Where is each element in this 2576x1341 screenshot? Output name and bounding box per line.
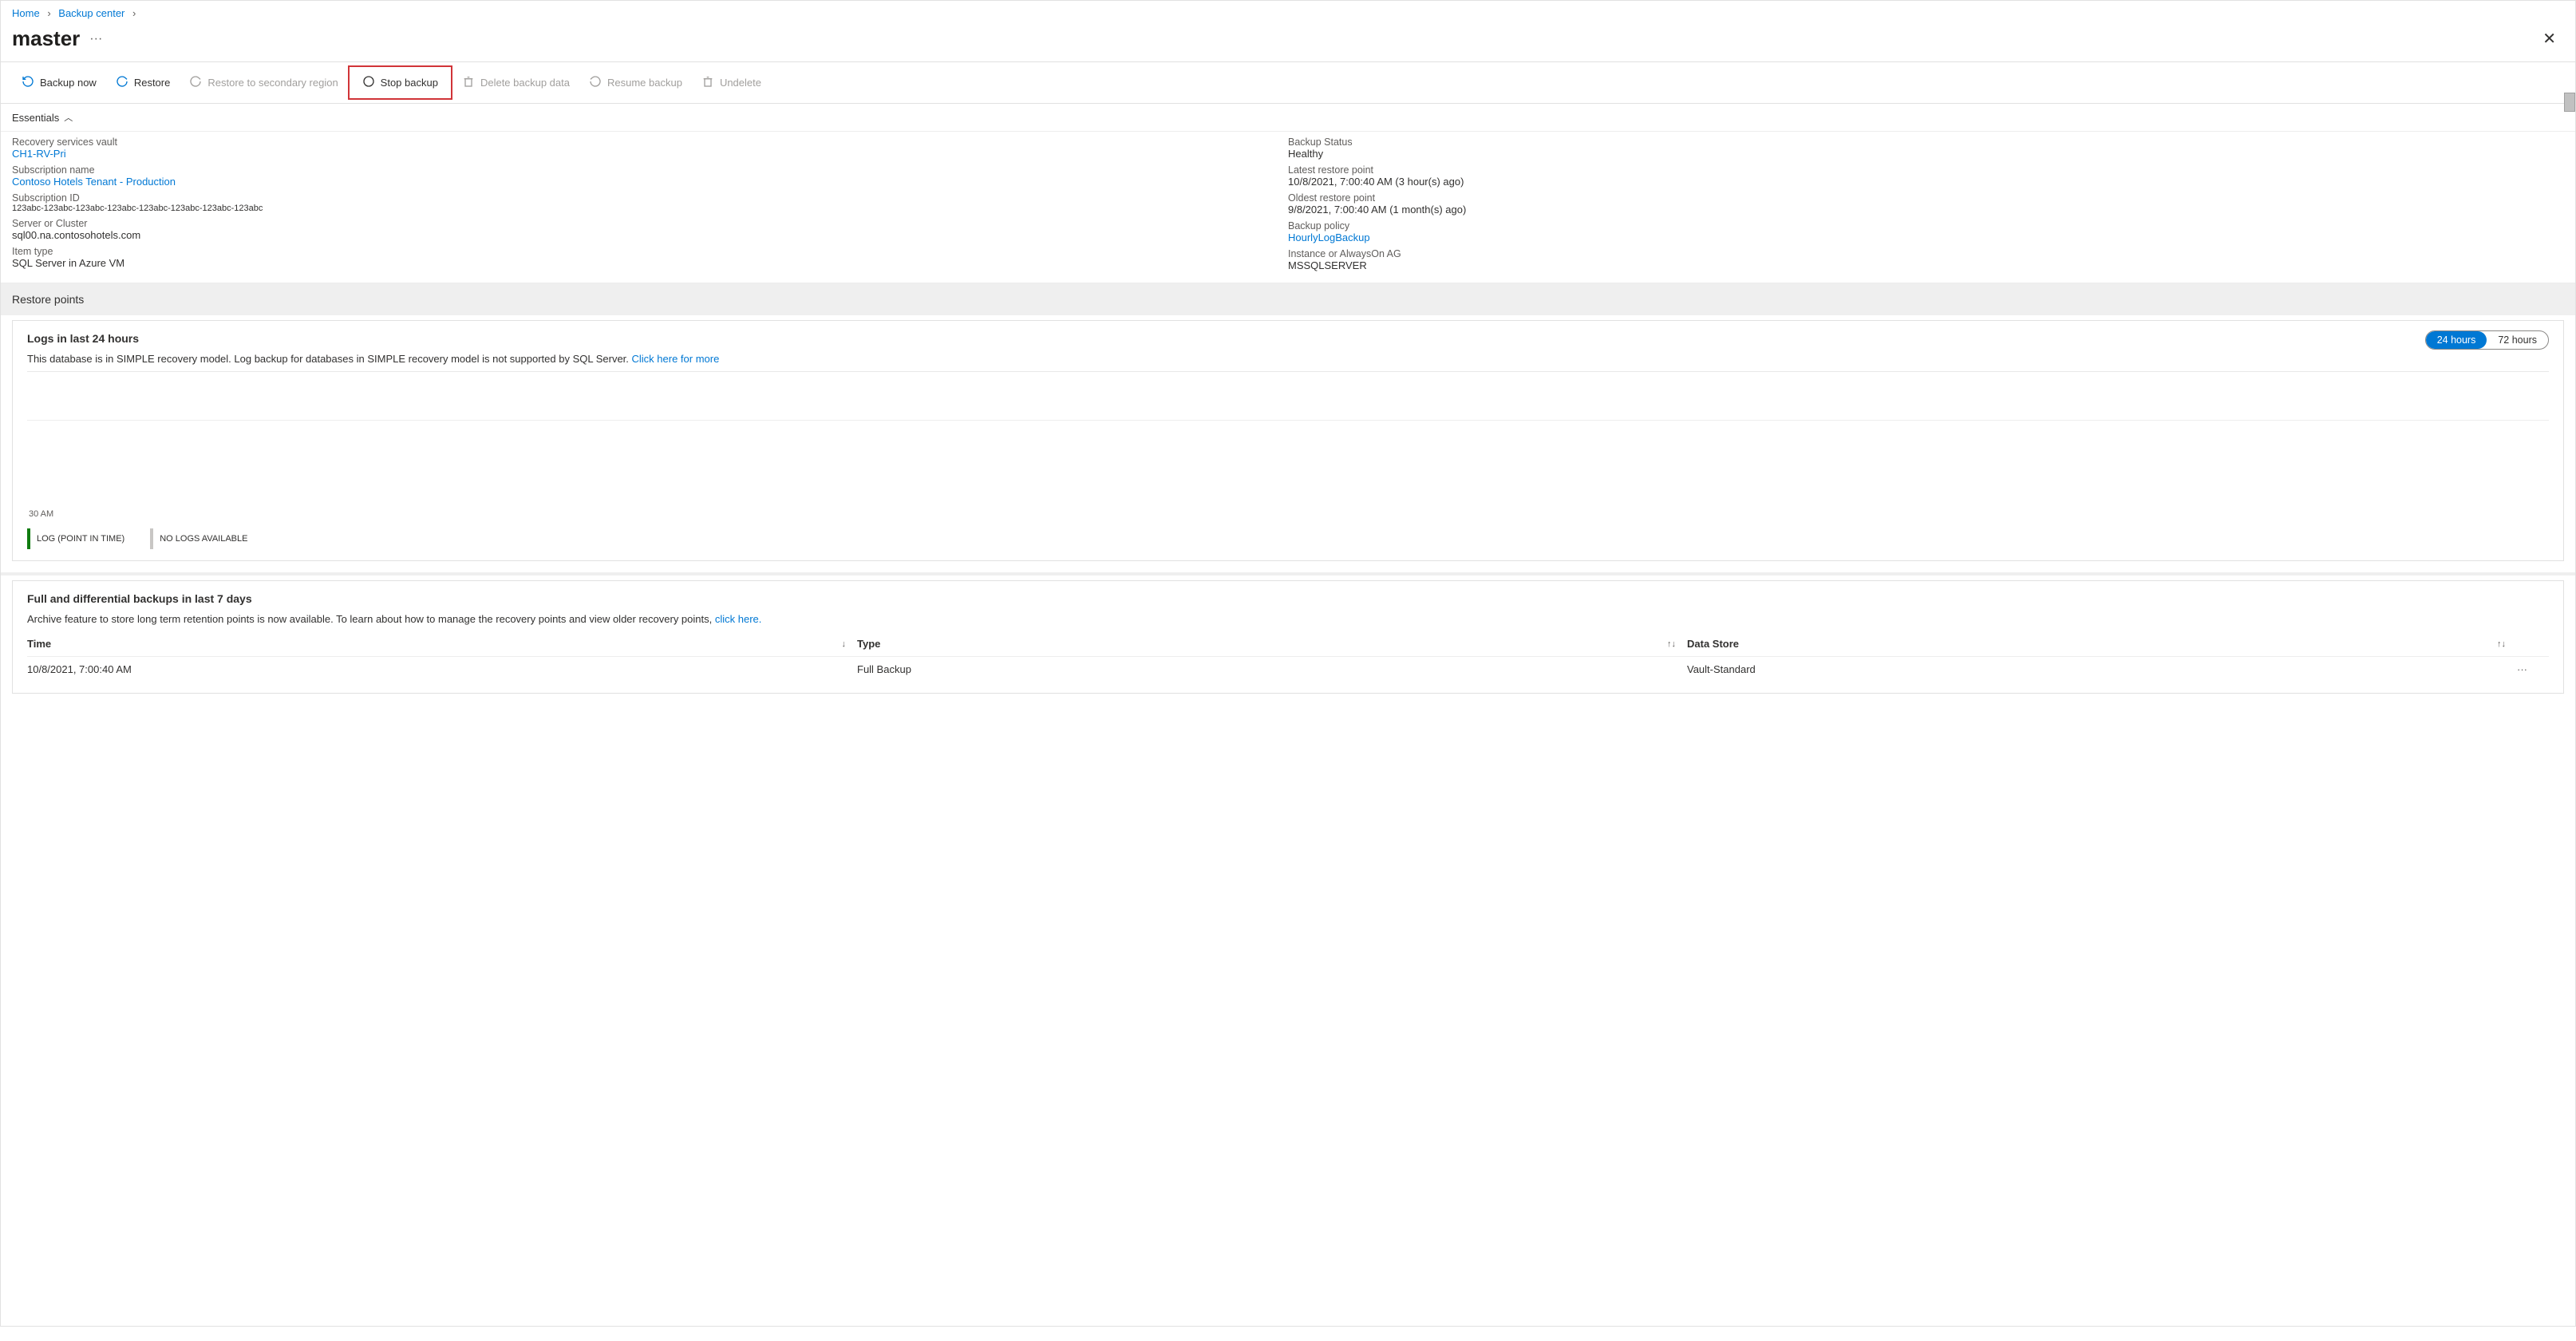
- full-backups-link[interactable]: click here.: [715, 613, 762, 625]
- chevron-up-icon: ︿: [64, 111, 73, 124]
- legend-none: NO LOGS AVAILABLE: [150, 528, 247, 549]
- logs-card: 24 hours 72 hours Logs in last 24 hours …: [12, 320, 2564, 561]
- logs-chart: [27, 420, 2549, 500]
- undelete-button: Undelete: [692, 69, 771, 97]
- latest-restore-label: Latest restore point: [1288, 164, 2564, 176]
- scrollbar-thumb[interactable]: [2564, 93, 2575, 112]
- subscription-name-label: Subscription name: [12, 164, 1288, 176]
- vault-link[interactable]: CH1-RV-Pri: [12, 148, 1288, 160]
- resume-backup-button: Resume backup: [579, 69, 692, 97]
- subscription-name-link[interactable]: Contoso Hotels Tenant - Production: [12, 176, 1288, 188]
- col-datastore[interactable]: Data Store ↑↓: [1687, 638, 2517, 650]
- legend-log: LOG (POINT IN TIME): [27, 528, 124, 549]
- legend-bar-green: [27, 528, 30, 549]
- policy-label: Backup policy: [1288, 220, 2564, 231]
- breadcrumb-backup-center[interactable]: Backup center: [58, 7, 124, 19]
- server-value: sql00.na.contosohotels.com: [12, 229, 1288, 241]
- page-title: master: [12, 26, 80, 51]
- backup-now-button[interactable]: Backup now: [12, 69, 106, 97]
- chart-axis-label: 30 AM: [29, 509, 2549, 519]
- stop-backup-button[interactable]: Stop backup: [353, 69, 448, 97]
- subscription-id-label: Subscription ID: [12, 192, 1288, 204]
- table-row[interactable]: 10/8/2021, 7:00:40 AM Full Backup Vault-…: [27, 656, 2549, 682]
- sort-icon: ↑↓: [2497, 639, 2506, 649]
- policy-link[interactable]: HourlyLogBackup: [1288, 231, 2564, 243]
- item-type-label: Item type: [12, 246, 1288, 257]
- range-toggle[interactable]: 24 hours 72 hours: [2425, 330, 2549, 350]
- backup-icon: [22, 75, 34, 90]
- table-header: Time ↓ Type ↑↓ Data Store ↑↓: [27, 631, 2549, 656]
- cell-datastore: Vault-Standard: [1687, 663, 2517, 675]
- restore-button[interactable]: Restore: [106, 69, 180, 97]
- delete-icon: [462, 75, 475, 90]
- status-label: Backup Status: [1288, 136, 2564, 148]
- oldest-restore-label: Oldest restore point: [1288, 192, 2564, 204]
- legend-bar-gray: [150, 528, 153, 549]
- breadcrumb-home[interactable]: Home: [12, 7, 40, 19]
- logs-info: This database is in SIMPLE recovery mode…: [27, 353, 2549, 365]
- sort-icon: ↑↓: [1667, 639, 1676, 649]
- essentials-toggle[interactable]: Essentials ︿: [1, 104, 2575, 132]
- stop-icon: [362, 75, 375, 90]
- range-72h[interactable]: 72 hours: [2487, 331, 2548, 349]
- logs-info-link[interactable]: Click here for more: [632, 353, 720, 365]
- vault-label: Recovery services vault: [12, 136, 1288, 148]
- full-backups-card: Full and differential backups in last 7 …: [12, 580, 2564, 694]
- latest-restore-value: 10/8/2021, 7:00:40 AM (3 hour(s) ago): [1288, 176, 2564, 188]
- restore-points-heading: Restore points: [12, 293, 2564, 306]
- restore-icon: [116, 75, 128, 90]
- breadcrumb: Home › Backup center ›: [1, 1, 2575, 22]
- more-icon[interactable]: ···: [89, 32, 102, 46]
- full-backups-info: Archive feature to store long term reten…: [27, 613, 2549, 625]
- col-type[interactable]: Type ↑↓: [857, 638, 1687, 650]
- cell-type: Full Backup: [857, 663, 1687, 675]
- restore-secondary-button: Restore to secondary region: [180, 69, 347, 97]
- essentials-panel: Recovery services vault CH1-RV-Pri Subsc…: [1, 132, 2575, 283]
- col-time[interactable]: Time ↓: [27, 638, 857, 650]
- sort-desc-icon: ↓: [842, 639, 847, 649]
- oldest-restore-value: 9/8/2021, 7:00:40 AM (1 month(s) ago): [1288, 204, 2564, 216]
- subscription-id-value: 123abc-123abc-123abc-123abc-123abc-123ab…: [12, 204, 1288, 213]
- full-backups-title: Full and differential backups in last 7 …: [27, 592, 2549, 605]
- delete-backup-button: Delete backup data: [452, 69, 579, 97]
- restore-secondary-icon: [189, 75, 202, 90]
- cell-time: 10/8/2021, 7:00:40 AM: [27, 663, 857, 675]
- undelete-icon: [701, 75, 714, 90]
- range-24h[interactable]: 24 hours: [2426, 331, 2487, 349]
- close-button[interactable]: ✕: [2535, 26, 2564, 52]
- row-more-button[interactable]: ···: [2517, 663, 2549, 675]
- instance-value: MSSQLSERVER: [1288, 259, 2564, 271]
- item-type-value: SQL Server in Azure VM: [12, 257, 1288, 269]
- instance-label: Instance or AlwaysOn AG: [1288, 248, 2564, 259]
- logs-title: Logs in last 24 hours: [27, 332, 2549, 345]
- status-value: Healthy: [1288, 148, 2564, 160]
- toolbar: Backup now Restore Restore to secondary …: [1, 61, 2575, 104]
- resume-icon: [589, 75, 602, 90]
- highlight-rect: Stop backup: [348, 65, 452, 100]
- server-label: Server or Cluster: [12, 218, 1288, 229]
